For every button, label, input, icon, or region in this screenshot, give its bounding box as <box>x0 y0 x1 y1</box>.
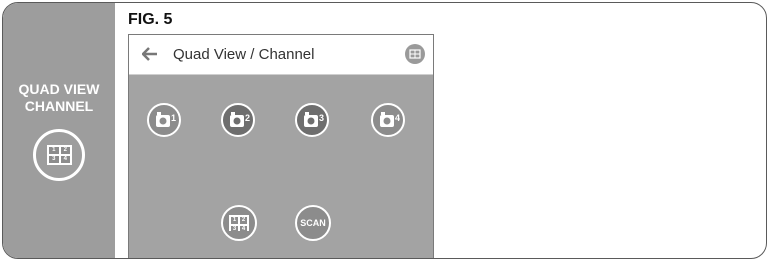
grid-cell-2: 2 <box>240 217 247 224</box>
camera-number: 4 <box>394 113 400 123</box>
grid-cell-1: 1 <box>49 147 59 154</box>
screen-title: Quad View / Channel <box>173 46 315 63</box>
scan-button[interactable]: SCAN <box>295 205 331 241</box>
back-arrow-icon[interactable] <box>142 47 158 61</box>
grid-cell-3: 3 <box>49 156 59 163</box>
device-screen: Quad View / Channel 1 2 3 4 1 2 3 4 SCAN <box>128 34 434 258</box>
top-bar: Quad View / Channel <box>129 35 433 75</box>
grid-cell-3: 3 <box>231 226 238 233</box>
quad-grid-icon: 1 2 3 4 <box>33 129 85 181</box>
grid-cell-4: 4 <box>240 226 247 233</box>
camera-4-button[interactable]: 4 <box>371 103 405 137</box>
camera-number: 3 <box>318 113 324 123</box>
sidebar-title: QUAD VIEW CHANNEL <box>18 81 100 114</box>
camera-3-button[interactable]: 3 <box>295 103 329 137</box>
grid-cell-1: 1 <box>231 217 238 224</box>
quad-view-button[interactable]: 1 2 3 4 <box>221 205 257 241</box>
menu-grid-icon[interactable] <box>405 44 425 64</box>
figure-frame: QUAD VIEW CHANNEL 1 2 3 4 FIG. 5 Quad Vi… <box>2 2 767 259</box>
camera-1-button[interactable]: 1 <box>147 103 181 137</box>
quad-grid-icon: 1 2 3 4 <box>229 215 249 233</box>
camera-number: 2 <box>244 113 250 123</box>
grid-cell-2: 2 <box>60 147 70 154</box>
grid-cell-4: 4 <box>60 156 70 163</box>
sidebar: QUAD VIEW CHANNEL 1 2 3 4 <box>3 3 115 258</box>
figure-label: FIG. 5 <box>128 11 173 28</box>
camera-number: 1 <box>170 113 176 123</box>
scan-label: SCAN <box>300 218 326 228</box>
sidebar-quad-grid: 1 2 3 4 <box>47 145 72 165</box>
camera-2-button[interactable]: 2 <box>221 103 255 137</box>
